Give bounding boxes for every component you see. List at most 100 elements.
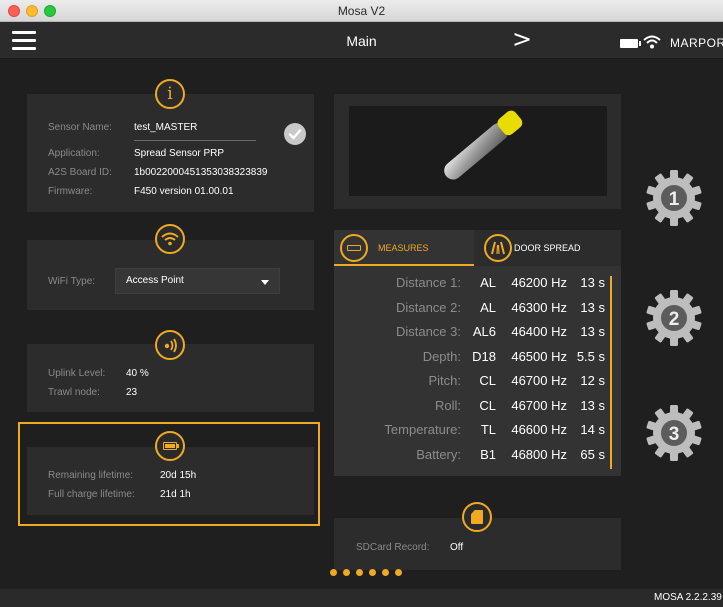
measure-node: CL xyxy=(479,373,496,388)
measure-frequency: 46400 Hz xyxy=(511,324,567,339)
sdcard-record-value: Off xyxy=(450,542,464,553)
measure-time: 13 s xyxy=(580,299,605,315)
sdcard-icon xyxy=(462,502,492,532)
measure-row: Distance 3: AL6 46400 Hz 13 s xyxy=(334,321,621,343)
measure-row: Battery: B1 46800 Hz 65 s xyxy=(334,444,621,466)
measure-time: 12 s xyxy=(580,373,605,388)
measure-frequency: 46700 Hz xyxy=(511,397,567,413)
measure-node: AL xyxy=(480,299,496,315)
tab-measures-label: MEASURES xyxy=(378,243,429,253)
uplink-level-label: Uplink Level: xyxy=(48,368,106,379)
measure-node: AL xyxy=(480,275,496,290)
measure-row: Depth: D18 46500 Hz 5.5 s xyxy=(334,346,621,368)
measure-node: TL xyxy=(480,422,496,437)
wifi-type-value: Access Point xyxy=(126,275,184,286)
tab-measures[interactable]: MEASURES xyxy=(334,230,474,266)
measure-name: Distance 3: xyxy=(395,324,461,339)
battery-status-icon xyxy=(620,39,641,48)
measure-frequency: 46700 Hz xyxy=(511,373,567,388)
measure-time: 5.5 s xyxy=(576,348,605,364)
measure-frequency: 46600 Hz xyxy=(511,422,567,437)
wifi-icon xyxy=(155,224,185,254)
measure-node: D18 xyxy=(472,348,496,364)
trawl-node-label: Trawl node: xyxy=(48,387,100,398)
remaining-lifetime-label: Remaining lifetime: xyxy=(48,470,134,481)
measure-name: Pitch: xyxy=(428,373,461,388)
page-dot[interactable] xyxy=(369,569,376,576)
page-dot[interactable] xyxy=(343,569,350,576)
measure-name: Depth: xyxy=(422,348,461,364)
sensor-preview-area xyxy=(349,106,607,196)
measure-row: Distance 2: AL 46300 Hz 13 s xyxy=(334,297,621,319)
measures-icon xyxy=(340,234,368,262)
page-dot[interactable] xyxy=(382,569,389,576)
app-window: Mosa V2 Main > MARPORT i Sensor Name: te… xyxy=(0,0,723,607)
measure-time: 65 s xyxy=(580,446,605,462)
firmware-label: Firmware: xyxy=(48,186,93,197)
app-header: Main > MARPORT xyxy=(0,22,723,59)
sensor-name-field[interactable]: test_MASTER xyxy=(134,122,197,133)
info-icon: i xyxy=(155,79,185,109)
wifi-type-select[interactable]: Access Point xyxy=(115,268,280,294)
measure-node: AL6 xyxy=(472,324,496,339)
measure-time: 13 s xyxy=(580,397,605,413)
page-title: Main xyxy=(346,33,377,49)
measure-row: Roll: CL 46700 Hz 13 s xyxy=(334,395,621,417)
measures-panel: Distance 1: AL 46200 Hz 13 s Distance 2: AL 46… xyxy=(334,266,621,476)
window-title: Mosa V2 xyxy=(337,4,386,18)
measure-name: Temperature: xyxy=(384,422,461,437)
wifi-status-icon xyxy=(643,35,661,49)
gear-number: 3 xyxy=(669,424,680,445)
next-page-button[interactable]: > xyxy=(512,27,532,51)
checkmark-icon xyxy=(288,129,302,140)
measure-frequency: 46500 Hz xyxy=(511,348,567,364)
measure-node: B1 xyxy=(480,446,496,462)
remaining-lifetime-value: 20d 15h xyxy=(160,470,197,481)
tab-door-spread[interactable]: DOOR SPREAD xyxy=(474,230,621,266)
signal-icon xyxy=(155,330,185,360)
trawl-node-value: 23 xyxy=(126,387,138,398)
sensor-image xyxy=(444,110,523,180)
measure-row: Temperature: TL 46600 Hz 14 s xyxy=(334,419,621,441)
measure-node: CL xyxy=(479,397,496,413)
full-charge-lifetime-value: 21d 1h xyxy=(160,489,191,500)
wifi-type-label: WiFi Type: xyxy=(48,276,96,287)
measure-time: 13 s xyxy=(580,275,605,290)
status-bar: MOSA 2.2.2.39 xyxy=(0,589,723,607)
door-spread-icon xyxy=(484,234,512,262)
firmware-value: F450 version 01.00.01 xyxy=(134,186,234,197)
measure-frequency: 46800 Hz xyxy=(511,446,567,462)
brand-logo: MARPORT xyxy=(670,36,723,50)
measure-name: Distance 2: xyxy=(395,299,461,315)
application-value: Spread Sensor PRP xyxy=(134,148,225,159)
measure-name: Battery: xyxy=(416,446,461,462)
battery-icon xyxy=(155,431,185,461)
window-titlebar: Mosa V2 xyxy=(0,0,723,22)
measure-frequency: 46300 Hz xyxy=(511,299,567,315)
measure-name: Roll: xyxy=(434,397,461,413)
settings-1-button[interactable]: 1 xyxy=(644,168,704,228)
measure-row: Pitch: CL 46700 Hz 12 s xyxy=(334,370,621,392)
uplink-level-value: 40 % xyxy=(126,368,149,379)
measures-scrollbar[interactable] xyxy=(610,276,612,469)
page-dot[interactable] xyxy=(330,569,337,576)
settings-3-button[interactable]: 3 xyxy=(644,403,704,463)
gear-number: 1 xyxy=(669,189,680,210)
page-dot[interactable] xyxy=(356,569,363,576)
full-charge-lifetime-label: Full charge lifetime: xyxy=(48,489,135,500)
app-version: MOSA 2.2.2.39 xyxy=(654,592,722,603)
confirm-name-button[interactable] xyxy=(284,123,306,145)
sensor-name-label: Sensor Name: xyxy=(48,122,112,133)
tab-door-spread-label: DOOR SPREAD xyxy=(514,243,581,253)
board-id-value: 1b0022000451353038323839 xyxy=(134,167,268,178)
page-dot[interactable] xyxy=(395,569,402,576)
settings-2-button[interactable]: 2 xyxy=(644,288,704,348)
measure-frequency: 46200 Hz xyxy=(511,275,567,290)
application-label: Application: xyxy=(48,148,100,159)
measure-time: 14 s xyxy=(580,422,605,437)
measure-row: Distance 1: AL 46200 Hz 13 s xyxy=(334,272,621,294)
sdcard-record-label: SDCard Record: xyxy=(356,542,430,553)
gear-number: 2 xyxy=(669,309,680,330)
measure-time: 13 s xyxy=(580,324,605,339)
board-id-label: A2S Board ID: xyxy=(48,167,112,178)
